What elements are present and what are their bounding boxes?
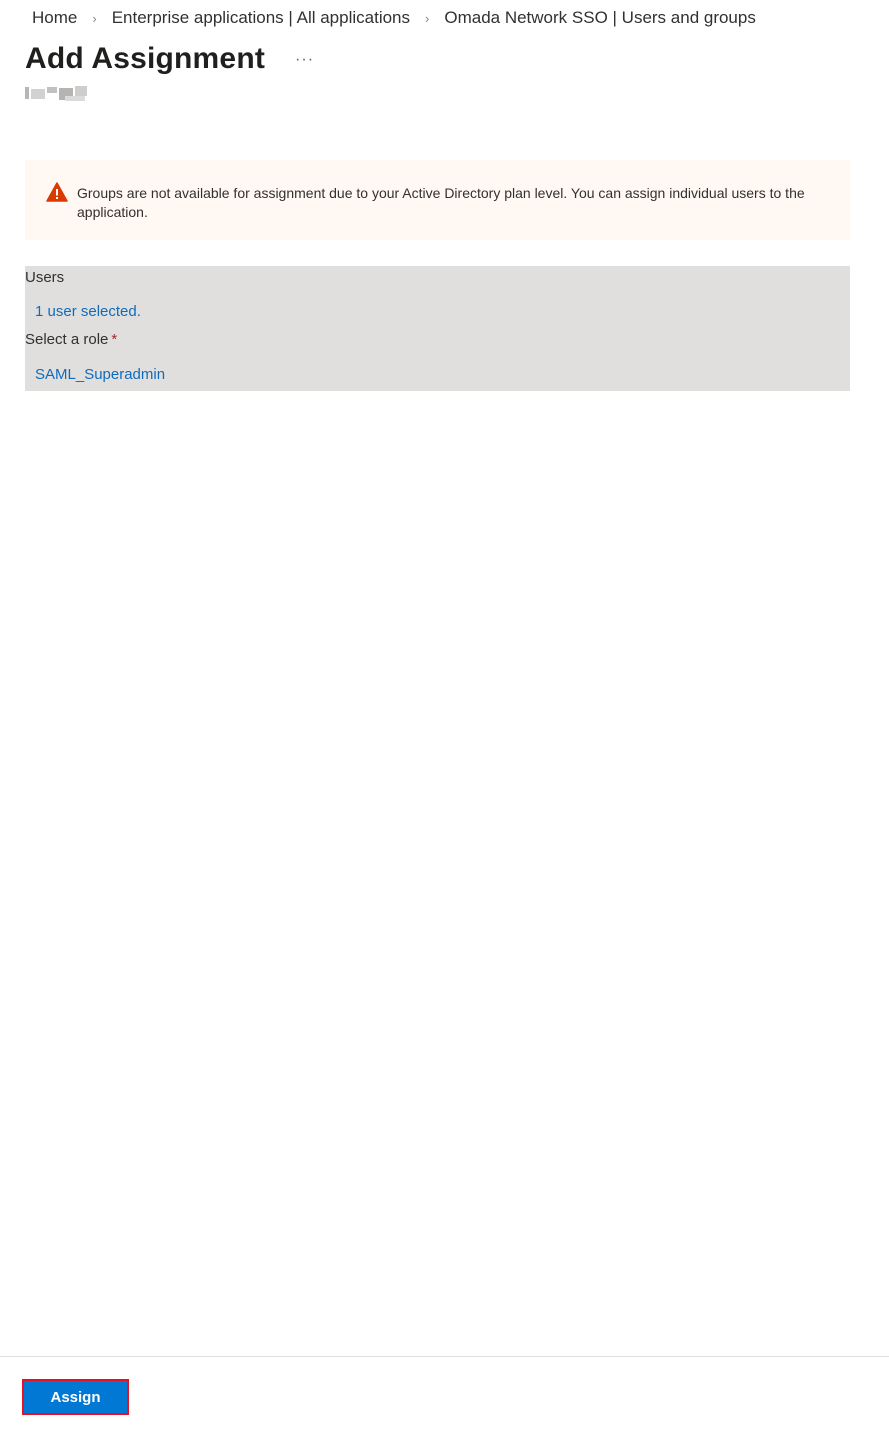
warning-icon [46, 182, 68, 202]
users-selected-link[interactable]: 1 user selected. [35, 303, 141, 320]
more-options-button[interactable]: ··· [295, 51, 314, 69]
chevron-right-icon: › [425, 10, 430, 26]
assign-button-label: Assign [50, 1388, 101, 1406]
breadcrumb: Home › Enterprise applications | All app… [32, 8, 756, 28]
breadcrumb-users-and-groups[interactable]: Omada Network SSO | Users and groups [444, 8, 756, 28]
warning-banner: Groups are not available for assignment … [25, 160, 850, 240]
selected-role-link[interactable]: SAML_Superadmin [35, 366, 165, 383]
users-label: Users [25, 269, 65, 286]
chevron-right-icon: › [92, 10, 97, 26]
assign-button[interactable]: Assign [22, 1379, 129, 1415]
page-title: Add Assignment [25, 42, 266, 75]
warning-message: Groups are not available for assignment … [77, 185, 805, 220]
select-role-label-text: Select a role [25, 331, 109, 348]
select-role-label: Select a role * [25, 331, 117, 348]
required-indicator: * [111, 331, 118, 348]
assignment-panel: Users 1 user selected. Select a role * SA… [25, 266, 850, 391]
breadcrumb-enterprise-applications[interactable]: Enterprise applications | All applicatio… [112, 8, 410, 28]
page: Home › Enterprise applications | All app… [0, 0, 889, 1437]
footer-divider [0, 1356, 889, 1357]
breadcrumb-home[interactable]: Home [32, 8, 77, 28]
title-row: Add Assignment ··· [25, 42, 314, 76]
redacted-subtitle [25, 86, 87, 102]
